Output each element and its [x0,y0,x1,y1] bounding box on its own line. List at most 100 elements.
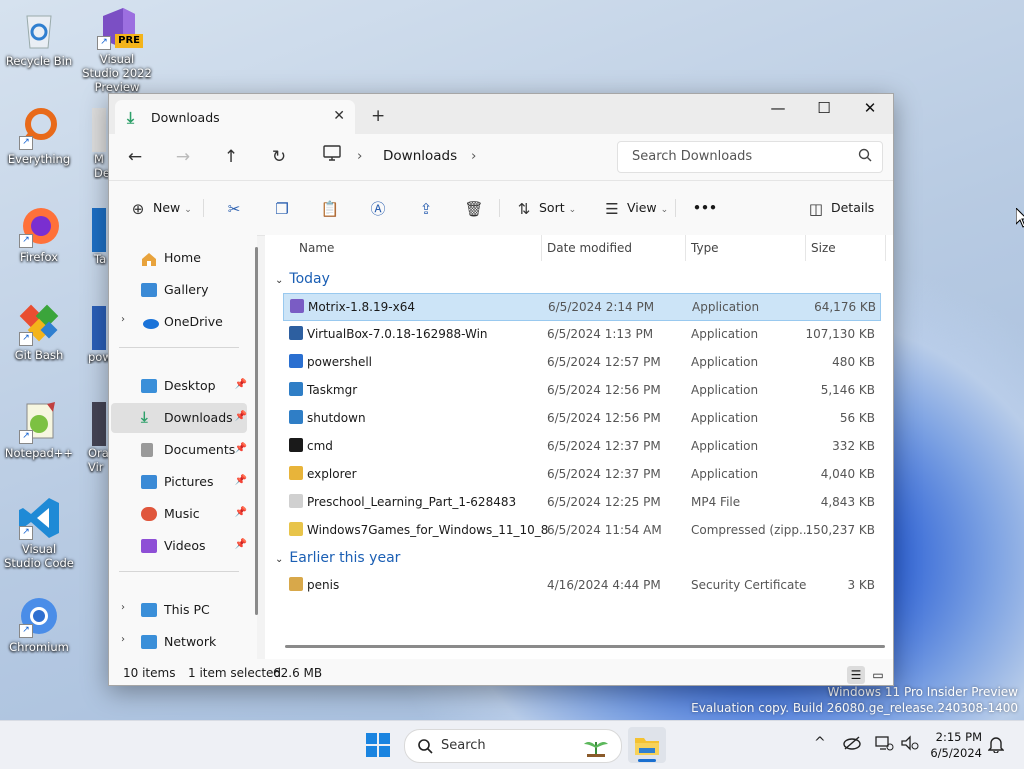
column-header-name[interactable]: Name [299,241,334,255]
details-view-button[interactable]: ☰ [847,666,865,684]
back-button[interactable]: ← [123,146,147,168]
column-separator[interactable] [805,235,806,261]
sidebar-item-pictures[interactable]: Pictures 📌 [111,467,247,497]
column-separator[interactable] [541,235,542,261]
file-row[interactable]: Windows7Games_for_Windows_11_10_8 6/5/202… [283,517,879,543]
desktop-icon-everything[interactable]: ↗ Everything [2,106,76,166]
cut-button[interactable]: ✂ [223,197,245,219]
file-row[interactable]: Taskmgr 6/5/2024 12:56 PM Application 5,146… [283,377,879,403]
breadcrumb-downloads[interactable]: Downloads [383,148,457,164]
desktop-icon-label: Visual Studio Code [4,542,74,570]
scissors-icon: ✂ [227,199,241,218]
sidebar-item-videos[interactable]: Videos 📌 [111,531,247,561]
pin-icon[interactable]: 📌 [235,507,247,518]
file-date-modified: 6/5/2024 12:37 PM [547,467,661,481]
sidebar-item-desktop[interactable]: Desktop 📌 [111,371,247,401]
maximize-button[interactable]: ☐ [801,94,847,124]
sidebar-scrollbar[interactable] [255,247,258,615]
file-row[interactable]: powershell 6/5/2024 12:57 PM Application 48… [283,349,879,375]
sort-button[interactable]: ⇅ Sort ⌄ [513,197,576,219]
file-row[interactable]: cmd 6/5/2024 12:37 PM Application 332 KB [283,433,879,459]
forward-button[interactable]: → [171,146,195,168]
expand-chevron-icon[interactable]: › [121,314,125,325]
sidebar-item-this-pc[interactable]: › This PC [111,595,247,625]
up-button[interactable]: ↑ [219,146,243,168]
file-row[interactable]: VirtualBox-7.0.18-162988-Win 6/5/2024 1:1… [283,321,879,347]
desktop-icon-visual-studio-preview[interactable]: PRE ↗ Visual Studio 2022 Preview [80,6,154,94]
tray-overflow-chevron-icon[interactable]: ^ [814,735,826,751]
group-header-earlier-this-year[interactable]: ⌄ Earlier this year [275,550,400,566]
sidebar-item-label: Documents [164,442,236,457]
pin-icon[interactable]: 📌 [235,475,247,486]
sidebar-item-home[interactable]: Home [111,243,247,273]
taskbar-search-input[interactable]: Search [441,738,486,753]
pin-icon[interactable]: 📌 [235,411,247,422]
sidebar-item-gallery[interactable]: Gallery [111,275,247,305]
share-button[interactable]: ⇪ [415,197,437,219]
close-button[interactable]: ✕ [847,94,893,124]
taskbar-search[interactable]: Search [404,729,622,763]
file-row[interactable]: Motrix-1.8.19-x64 6/5/2024 2:14 PM Applica… [283,293,881,321]
new-tab-button[interactable]: + [371,106,385,126]
horizontal-scrollbar[interactable] [285,645,885,648]
tab-downloads[interactable]: ⤓ Downloads ✕ [115,100,355,134]
details-button[interactable]: ◫ Details [805,197,874,219]
network-icon[interactable] [874,735,894,755]
file-row[interactable]: shutdown 6/5/2024 12:56 PM Application 56 K… [283,405,879,431]
desktop-icon-recycle-bin[interactable]: Recycle Bin [2,8,76,68]
pin-icon[interactable]: 📌 [235,443,247,454]
paste-button[interactable]: 📋 [319,197,341,219]
collapse-chevron-icon: ⌄ [275,554,284,565]
rename-button[interactable]: Ⓐ [367,197,389,219]
start-button[interactable] [366,733,390,761]
desktop-icon-partial-4[interactable]: Ora Vir [86,402,108,474]
desktop-icon-git-bash[interactable]: ↗ Git Bash [2,302,76,362]
sidebar-item-documents[interactable]: Documents 📌 [111,435,247,465]
tab-close-button[interactable]: ✕ [333,108,345,124]
desktop-icon-partial-1[interactable]: M De [86,108,108,180]
new-button[interactable]: ⊕ New ⌄ [127,197,192,219]
more-options-button[interactable]: ••• [693,197,717,219]
refresh-button[interactable]: ↻ [267,146,291,168]
shortcut-arrow-icon: ↗ [19,624,33,638]
desktop-icon-vscode[interactable]: ↗ Visual Studio Code [2,496,76,570]
file-row[interactable]: explorer 6/5/2024 12:37 PM Application 4,04… [283,461,879,487]
copy-button[interactable]: ❐ [271,197,293,219]
system-clock[interactable]: 2:15 PM 6/5/2024 [926,729,982,761]
expand-chevron-icon[interactable]: › [121,602,125,613]
desktop-icon-partial-3[interactable]: pow [86,306,108,364]
column-separator[interactable] [685,235,686,261]
column-header-type[interactable]: Type [691,241,719,255]
file-row[interactable]: penis 4/16/2024 4:44 PM Security Certifica… [283,572,879,598]
desktop-icon-firefox[interactable]: ↗ Firefox [2,204,76,264]
taskbar-file-explorer[interactable] [628,727,666,763]
file-icon [289,438,303,452]
pin-icon[interactable]: 📌 [235,539,247,550]
sidebar-item-music[interactable]: Music 📌 [111,499,247,529]
sidebar-item-onedrive[interactable]: › OneDrive [111,307,247,337]
sidebar-item-network[interactable]: › Network [111,627,247,657]
vscode-icon: ↗ [17,496,61,540]
search-box[interactable]: Search Downloads [617,141,883,173]
cloud-sync-icon[interactable] [842,735,862,755]
file-row[interactable]: Preschool_Learning_Part_1-628483 6/5/2024… [283,489,879,515]
column-header-size[interactable]: Size [811,241,836,255]
desktop-icon-partial-2[interactable]: Ta [86,208,108,266]
expand-chevron-icon[interactable]: › [121,634,125,645]
search-input[interactable]: Search Downloads [632,149,752,164]
sidebar-item-downloads[interactable]: ⤓ Downloads 📌 [111,403,247,433]
column-header-date-modified[interactable]: Date modified [547,241,632,255]
volume-icon[interactable] [900,735,920,755]
view-button[interactable]: ☰ View ⌄ [601,197,668,219]
notification-bell-icon[interactable] [987,735,1005,757]
column-separator[interactable] [885,235,886,261]
tiles-view-button[interactable]: ▭ [869,666,887,684]
desktop-icon-notepad-plus-plus[interactable]: ↗ Notepad++ [2,400,76,460]
pin-icon[interactable]: 📌 [235,379,247,390]
minimize-button[interactable]: — [755,94,801,124]
breadcrumb-separator[interactable]: › [471,148,476,164]
group-header-today[interactable]: ⌄ Today [275,271,330,287]
desktop-icon-chromium[interactable]: ↗ Chromium [2,594,76,654]
address-bar[interactable]: › Downloads › [315,140,609,172]
delete-button[interactable]: 🗑 [463,197,485,219]
